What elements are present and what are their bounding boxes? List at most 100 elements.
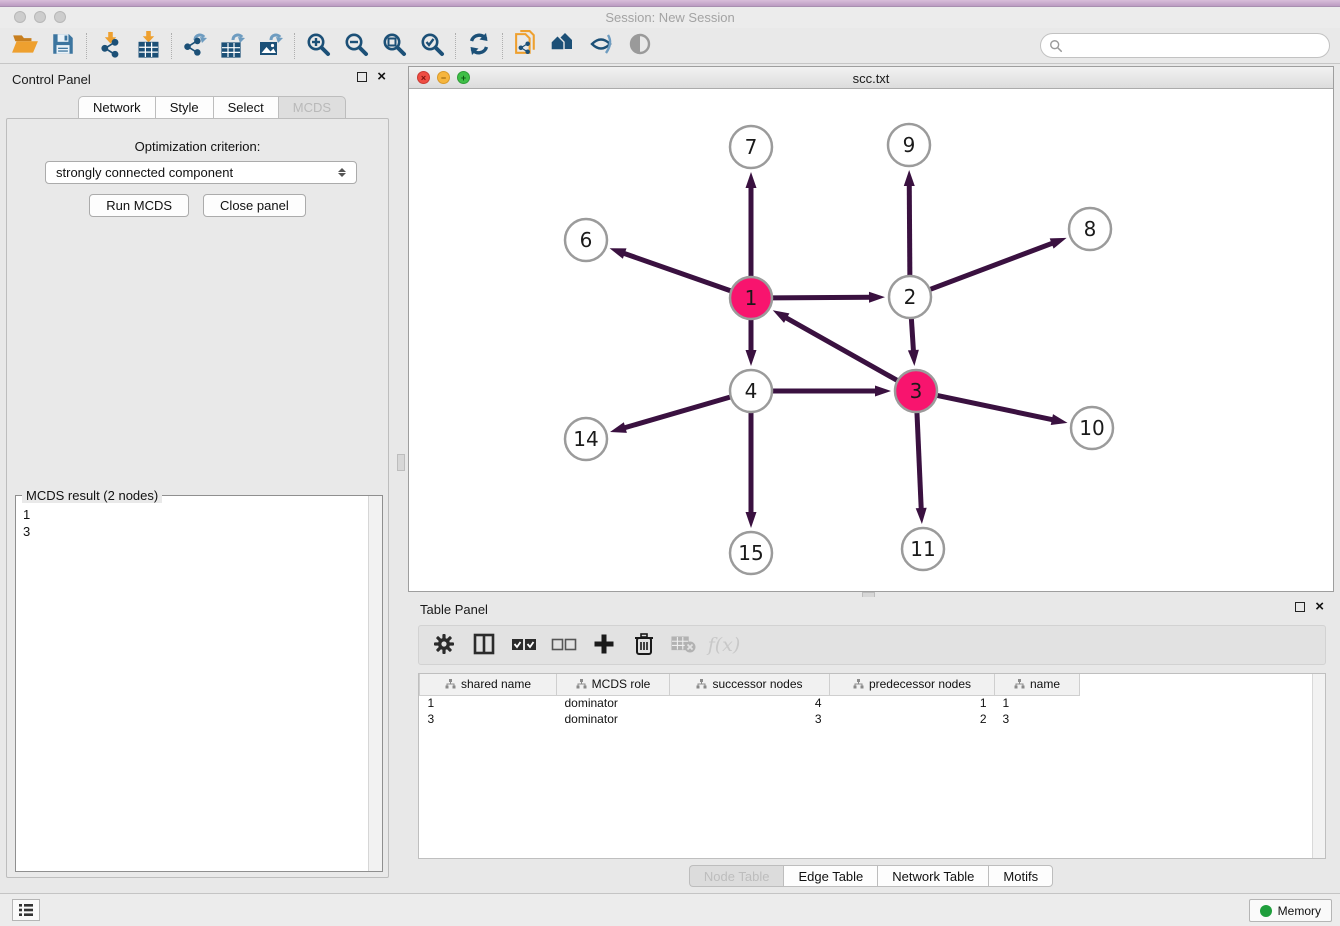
export-network-button[interactable] [176, 30, 214, 62]
split-columns-button[interactable] [467, 629, 501, 661]
export-image-button[interactable] [252, 30, 290, 62]
column-header-shared-name[interactable]: shared name [420, 674, 557, 695]
import-table-button[interactable] [129, 30, 167, 62]
column-header-MCDS-role[interactable]: MCDS role [557, 674, 670, 695]
hide-annotations-button[interactable] [583, 30, 621, 62]
delete-column-button[interactable] [627, 629, 661, 661]
zoom-selected-button[interactable] [413, 30, 451, 62]
table-cell: 1 [420, 695, 557, 711]
mcds-result-box: MCDS result (2 nodes) 13 [15, 495, 383, 872]
edge-arrowhead [916, 508, 927, 524]
tab-motifs[interactable]: Motifs [988, 865, 1053, 887]
search-input[interactable] [1063, 38, 1329, 53]
result-scrollbar[interactable] [368, 496, 382, 871]
edge-1-6 [622, 253, 731, 291]
column-header-label: successor nodes [712, 677, 802, 691]
graph-node-label: 9 [903, 133, 916, 157]
table-toolbar: f(x) [418, 625, 1326, 665]
settings-gear-button[interactable] [427, 629, 461, 661]
column-type-icon [445, 679, 456, 689]
zoom-fit-button[interactable] [375, 30, 413, 62]
table-close-panel-icon[interactable]: × [1315, 602, 1324, 612]
select-stepper-icon [338, 168, 346, 177]
search-box[interactable] [1040, 33, 1330, 58]
edge-arrowhead [875, 386, 891, 397]
table-scrollbar[interactable] [1312, 674, 1325, 858]
zoom-selected-icon [419, 31, 446, 61]
tab-edge-table[interactable]: Edge Table [783, 865, 877, 887]
column-header-label: name [1030, 677, 1060, 691]
edge-arrowhead [908, 350, 919, 366]
graph-node-label: 3 [910, 379, 923, 403]
edge-arrowhead [1051, 414, 1068, 425]
tab-node-table[interactable]: Node Table [689, 865, 784, 887]
tab-network-table[interactable]: Network Table [877, 865, 988, 887]
table-row[interactable]: 1dominator411 [420, 695, 1080, 711]
edge-2-8 [930, 242, 1055, 289]
select-all-checkboxes-button[interactable] [507, 629, 541, 661]
refresh-icon [465, 30, 493, 61]
tab-style[interactable]: Style [155, 96, 213, 119]
graph-node-label: 15 [738, 541, 763, 565]
network-canvas[interactable]: 7968124314101511 [409, 89, 1333, 591]
edge-arrowhead [746, 350, 757, 366]
network-file-button[interactable] [507, 30, 545, 62]
mcds-result-item: 1 [23, 506, 361, 523]
run-mcds-button[interactable]: Run MCDS [89, 194, 189, 217]
edge-arrowhead [610, 248, 627, 258]
table-float-panel-icon[interactable] [1295, 602, 1305, 612]
zoom-in-icon [305, 31, 332, 61]
select-all-checkboxes-icon [511, 635, 537, 656]
zoom-fit-icon [381, 31, 408, 61]
task-history-button[interactable] [12, 899, 40, 921]
open-folder-button[interactable] [6, 30, 44, 62]
graph-node-label: 4 [745, 379, 758, 403]
hide-annotations-icon [588, 31, 616, 60]
control-panel: Control Panel × NetworkStyleSelectMCDS O… [0, 66, 396, 884]
export-table-button[interactable] [214, 30, 252, 62]
tab-select[interactable]: Select [213, 96, 278, 119]
edge-3-1 [784, 317, 898, 381]
zoom-in-button[interactable] [299, 30, 337, 62]
zoom-out-button[interactable] [337, 30, 375, 62]
home-networks-icon [549, 31, 579, 60]
tab-mcds[interactable]: MCDS [278, 96, 346, 119]
edge-1-2 [772, 297, 872, 298]
optimization-select-value: strongly connected component [56, 165, 233, 180]
column-header-successor-nodes[interactable]: successor nodes [670, 674, 830, 695]
control-panel-tabs: NetworkStyleSelectMCDS [78, 96, 346, 119]
column-type-icon [696, 679, 707, 689]
search-icon [1049, 39, 1063, 53]
table-cell: dominator [557, 695, 670, 711]
graph-node-label: 14 [573, 427, 598, 451]
import-table-icon [135, 31, 162, 61]
tab-network[interactable]: Network [78, 96, 155, 119]
vertical-splitter-grip[interactable] [397, 454, 405, 471]
column-header-predecessor-nodes[interactable]: predecessor nodes [830, 674, 995, 695]
close-panel-button[interactable]: Close panel [203, 194, 306, 217]
import-network-button[interactable] [91, 30, 129, 62]
deselect-all-checkboxes-button[interactable] [547, 629, 581, 661]
edge-arrowhead [746, 512, 757, 528]
toolbar-separator [86, 33, 87, 59]
column-header-name[interactable]: name [995, 674, 1080, 695]
show-eye-button[interactable] [621, 30, 659, 62]
node-table: shared name MCDS role successor nodes prede… [418, 673, 1326, 859]
memory-button[interactable]: Memory [1249, 899, 1332, 922]
network-frame-titlebar[interactable]: × − + scc.txt [409, 67, 1333, 89]
window-title: Session: New Session [0, 10, 1340, 25]
memory-label: Memory [1278, 904, 1321, 918]
edge-arrowhead [746, 172, 757, 188]
network-graph: 7968124314101511 [409, 89, 1333, 591]
add-column-icon [593, 633, 615, 658]
refresh-button[interactable] [460, 30, 498, 62]
column-header-label: shared name [461, 677, 531, 691]
table-row[interactable]: 3dominator323 [420, 711, 1080, 727]
save-button[interactable] [44, 30, 82, 62]
window-accent-strip [0, 0, 1340, 7]
close-panel-icon[interactable]: × [377, 72, 386, 82]
float-panel-icon[interactable] [357, 72, 367, 82]
optimization-select[interactable]: strongly connected component [45, 161, 357, 184]
add-column-button[interactable] [587, 629, 621, 661]
home-networks-button[interactable] [545, 30, 583, 62]
